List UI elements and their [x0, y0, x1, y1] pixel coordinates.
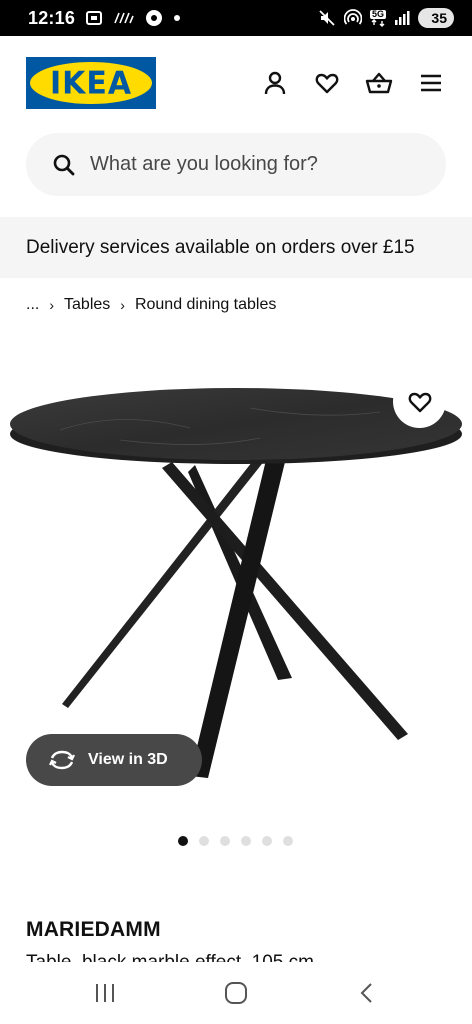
chevron-right-icon: ›: [49, 297, 55, 313]
view-in-3d-label: View in 3D: [88, 751, 168, 768]
back-button[interactable]: [347, 973, 387, 1013]
search-input[interactable]: [90, 153, 410, 176]
carousel-dot-1[interactable]: [178, 836, 188, 846]
home-button[interactable]: [216, 973, 256, 1013]
search-icon: [53, 154, 75, 175]
home-icon: [224, 982, 247, 1004]
back-icon: [360, 983, 372, 1003]
logo-oval: IKEA: [30, 62, 152, 104]
carousel-dot-6[interactable]: [283, 836, 293, 846]
signal-wave-icon: [113, 11, 135, 25]
carousel-dot-3[interactable]: [220, 836, 230, 846]
favourites-button[interactable]: [312, 68, 342, 98]
recent-apps-button[interactable]: [85, 973, 125, 1013]
header-actions: [260, 68, 446, 98]
logo-text: IKEA: [49, 64, 133, 102]
search-bar[interactable]: [26, 133, 446, 196]
product-name: MARIEDAMM: [26, 918, 161, 941]
screenshot-icon: [85, 10, 103, 26]
carousel-dot-2[interactable]: [199, 836, 209, 846]
delivery-banner[interactable]: Delivery services available on orders ov…: [0, 217, 472, 278]
mute-icon: [318, 9, 336, 27]
heart-icon: [315, 73, 339, 94]
cell-signal-icon: [394, 10, 410, 26]
basket-icon: [365, 72, 393, 94]
image-carousel-dots: [178, 836, 293, 846]
header: IKEA: [0, 36, 472, 130]
menu-icon: [421, 74, 441, 92]
breadcrumb-item-tables[interactable]: Tables: [64, 296, 110, 314]
system-navigation-bar: [0, 962, 472, 1024]
breadcrumb-item-round-dining-tables[interactable]: Round dining tables: [135, 296, 276, 314]
notification-dot-icon: [173, 14, 181, 22]
basket-button[interactable]: [364, 68, 394, 98]
account-button[interactable]: [260, 68, 290, 98]
status-time: 12:16: [28, 7, 76, 28]
hotspot-icon: [343, 9, 362, 27]
rotate-3d-icon: [49, 750, 75, 770]
view-in-3d-button[interactable]: View in 3D: [26, 734, 202, 786]
account-icon: [264, 71, 286, 95]
status-bar: 12:16 5G 35: [0, 0, 472, 36]
delivery-banner-text: Delivery services available on orders ov…: [26, 236, 415, 258]
media-play-icon: [145, 9, 163, 27]
carousel-dot-5[interactable]: [262, 836, 272, 846]
menu-button[interactable]: [416, 68, 446, 98]
carousel-dot-4[interactable]: [241, 836, 251, 846]
heart-icon: [408, 392, 431, 412]
recent-apps-icon: [96, 984, 115, 1002]
battery-indicator: 35: [418, 8, 454, 28]
chevron-right-icon: ›: [120, 297, 125, 313]
breadcrumb-ellipsis[interactable]: ...: [26, 296, 39, 314]
network-5g-icon: 5G: [369, 9, 386, 27]
breadcrumb: ... › Tables › Round dining tables: [26, 293, 276, 317]
add-to-favourites-button[interactable]: [393, 375, 446, 428]
ikea-logo[interactable]: IKEA: [26, 57, 156, 109]
